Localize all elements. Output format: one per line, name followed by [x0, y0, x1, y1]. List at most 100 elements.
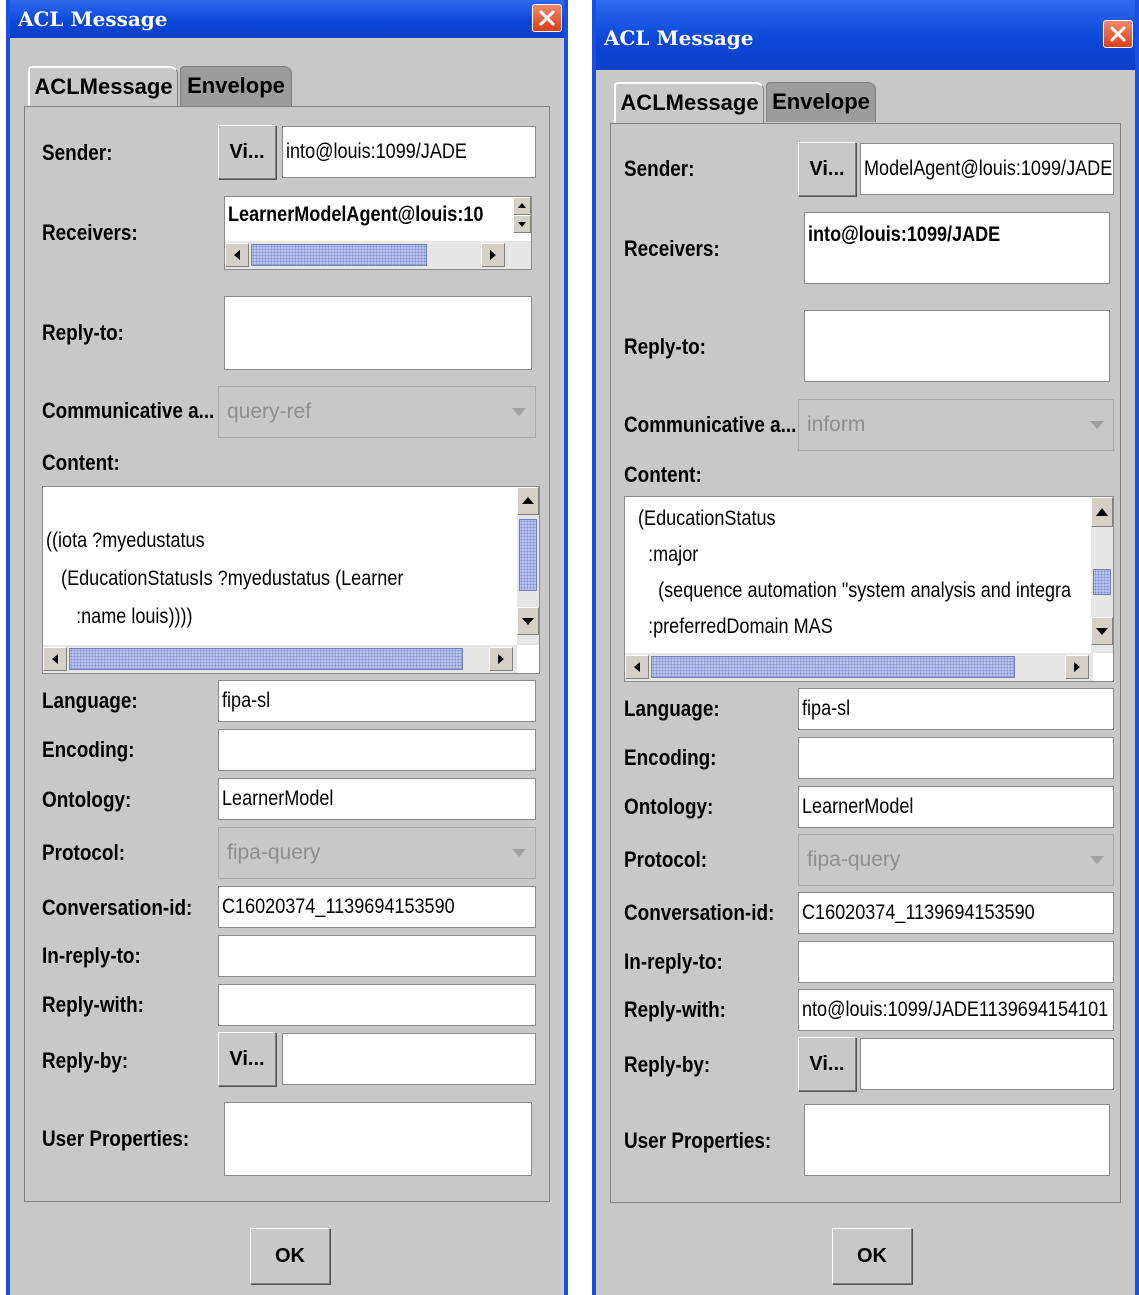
scroll-left-button[interactable]: [225, 243, 249, 267]
conversation-id-field[interactable]: C16020374_1139694153590: [218, 886, 536, 928]
reply-by-view-button[interactable]: Vi...: [798, 1037, 856, 1091]
user-properties-label: User Properties:: [624, 1128, 772, 1153]
reply-with-field[interactable]: nto@louis:1099/JADE1139694154101: [798, 989, 1114, 1031]
protocol-label: Protocol:: [42, 840, 126, 865]
reply-to-label: Reply-to:: [42, 320, 124, 345]
protocol-label: Protocol:: [624, 847, 708, 872]
horizontal-scrollbar[interactable]: [225, 241, 531, 269]
receivers-label: Receivers:: [42, 220, 138, 245]
in-reply-to-field[interactable]: [798, 941, 1114, 983]
content-line: :name louis)))): [46, 605, 193, 628]
ontology-label: Ontology:: [624, 794, 714, 819]
content-line: :major: [628, 543, 699, 566]
receiver-item[interactable]: into@louis:1099/JADE: [808, 223, 1000, 247]
tab-envelope[interactable]: Envelope: [766, 82, 876, 122]
scroll-thumb[interactable]: [251, 244, 427, 266]
left-arrow-icon: [52, 654, 58, 664]
scroll-up-button[interactable]: [513, 197, 531, 215]
reply-by-field[interactable]: [860, 1038, 1114, 1090]
reply-by-view-button[interactable]: Vi...: [218, 1032, 276, 1086]
close-icon: [1110, 26, 1126, 42]
scroll-thumb[interactable]: [651, 656, 1015, 678]
reply-to-list[interactable]: [804, 310, 1110, 382]
scroll-right-button[interactable]: [1065, 655, 1089, 679]
close-button[interactable]: [532, 4, 562, 32]
scroll-left-button[interactable]: [43, 647, 67, 671]
reply-to-list[interactable]: [224, 296, 532, 370]
tab-aclmessage[interactable]: ACLMessage: [614, 82, 764, 125]
encoding-field[interactable]: [798, 737, 1114, 779]
up-arrow-icon: [518, 203, 526, 208]
tab-envelope[interactable]: Envelope: [180, 66, 292, 106]
reply-with-field[interactable]: [218, 984, 536, 1026]
sender-label: Sender:: [42, 140, 113, 165]
chevron-down-icon: [1090, 421, 1104, 429]
scroll-down-button[interactable]: [517, 607, 539, 635]
vertical-scrollbar[interactable]: [1091, 497, 1113, 653]
communicative-act-label: Communicative a...: [42, 398, 215, 423]
scroll-up-button[interactable]: [517, 487, 539, 515]
language-field[interactable]: fipa-sl: [218, 680, 536, 722]
encoding-field[interactable]: [218, 729, 536, 771]
language-label: Language:: [42, 688, 138, 713]
scroll-down-button[interactable]: [513, 215, 531, 233]
conversation-id-label: Conversation-id:: [624, 900, 775, 925]
scroll-up-button[interactable]: [1091, 497, 1113, 527]
encoding-label: Encoding:: [624, 745, 717, 770]
chevron-down-icon: [512, 408, 526, 416]
reply-with-label: Reply-with:: [624, 997, 726, 1022]
encoding-label: Encoding:: [42, 737, 135, 762]
content-line: (EducationStatus: [628, 507, 776, 530]
content-textarea[interactable]: (EducationStatus :major (sequence automa…: [624, 496, 1114, 682]
ok-button[interactable]: OK: [832, 1228, 912, 1284]
ontology-field[interactable]: LearnerModel: [218, 778, 536, 820]
language-field[interactable]: fipa-sl: [798, 688, 1114, 730]
user-properties-table[interactable]: [804, 1104, 1110, 1176]
conversation-id-field[interactable]: C16020374_1139694153590: [798, 892, 1114, 934]
scroll-thumb[interactable]: [519, 519, 537, 591]
protocol-select[interactable]: fipa-query: [218, 827, 536, 879]
down-arrow-icon: [522, 618, 534, 625]
close-icon: [539, 10, 555, 26]
receivers-list[interactable]: LearnerModelAgent@louis:10: [224, 196, 532, 270]
horizontal-scrollbar[interactable]: [625, 653, 1093, 681]
sender-view-button[interactable]: Vi...: [798, 142, 856, 196]
scroll-left-button[interactable]: [625, 655, 649, 679]
close-button[interactable]: [1103, 20, 1133, 48]
user-properties-table[interactable]: [224, 1102, 532, 1176]
reply-by-label: Reply-by:: [42, 1048, 129, 1073]
scroll-down-button[interactable]: [1091, 617, 1113, 645]
scroll-thumb[interactable]: [69, 648, 463, 670]
up-arrow-icon: [522, 497, 534, 504]
vertical-scrollbar[interactable]: [517, 487, 539, 645]
scroll-right-button[interactable]: [489, 647, 513, 671]
language-label: Language:: [624, 696, 720, 721]
scroll-right-button[interactable]: [481, 243, 505, 267]
ok-button[interactable]: OK: [250, 1228, 330, 1284]
content-line: ((iota ?myedustatus: [46, 529, 205, 552]
horizontal-scrollbar[interactable]: [43, 645, 517, 673]
right-arrow-icon: [1074, 662, 1080, 672]
communicative-act-select[interactable]: query-ref: [218, 386, 536, 438]
sender-field[interactable]: into@louis:1099/JADE: [282, 126, 536, 178]
communicative-act-select[interactable]: inform: [798, 399, 1114, 451]
sender-view-button[interactable]: Vi...: [218, 125, 276, 179]
ontology-field[interactable]: LearnerModel: [798, 786, 1114, 828]
left-arrow-icon: [234, 250, 240, 260]
down-arrow-icon: [1096, 628, 1108, 635]
scroll-thumb[interactable]: [1093, 569, 1111, 595]
title-bar[interactable]: ACL Message: [10, 0, 564, 38]
title-bar[interactable]: ACL Message: [596, 0, 1135, 70]
sender-field[interactable]: ModelAgent@louis:1099/JADE: [860, 143, 1114, 195]
content-textarea[interactable]: ((iota ?myedustatus (EducationStatusIs ?…: [42, 486, 540, 674]
communicative-act-label: Communicative a...: [624, 412, 797, 437]
acl-message-dialog-right: ACL Message ACLMessage Envelope Sender: …: [592, 0, 1139, 1295]
reply-by-field[interactable]: [282, 1033, 536, 1085]
content-label: Content:: [42, 450, 120, 475]
protocol-select[interactable]: fipa-query: [798, 834, 1114, 886]
up-arrow-icon: [1096, 508, 1108, 516]
receiver-item[interactable]: LearnerModelAgent@louis:10: [228, 203, 483, 227]
in-reply-to-field[interactable]: [218, 935, 536, 977]
receivers-list[interactable]: into@louis:1099/JADE: [804, 212, 1110, 284]
tab-aclmessage[interactable]: ACLMessage: [28, 66, 178, 109]
